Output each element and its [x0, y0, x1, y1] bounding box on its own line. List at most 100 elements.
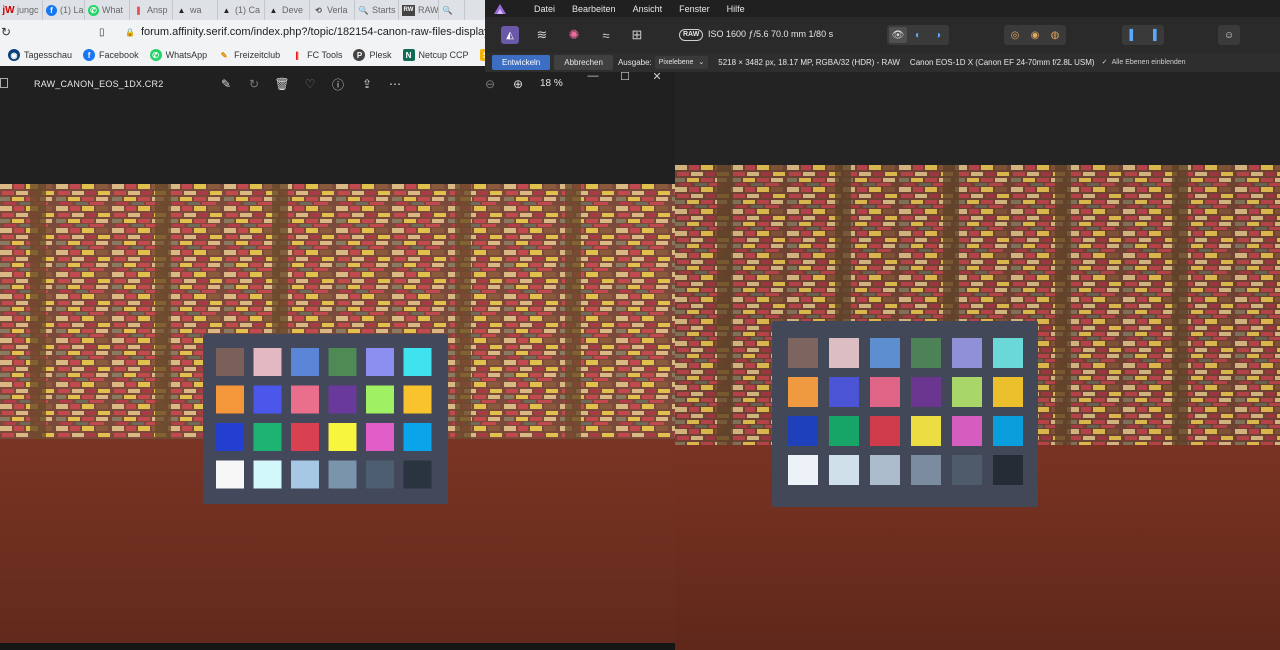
photo-persona-icon[interactable]: ◭ [501, 26, 519, 44]
show-all-layers-checkbox[interactable]: ✓ Alle Ebenen einblenden [1101, 59, 1186, 67]
facebook-icon: f [46, 4, 57, 16]
color-swatch [788, 416, 818, 446]
assistant-tool-group: ☺ [1218, 25, 1240, 45]
fabric-stripe [565, 184, 581, 449]
color-swatch [403, 423, 432, 451]
color-swatch [328, 348, 357, 376]
preview-eye-icon[interactable]: 👁 [889, 27, 907, 43]
tab-label: Ansp [147, 5, 168, 15]
browser-tab[interactable]: ▲ Deve [265, 0, 310, 20]
whatsapp-icon: ✆ [149, 49, 162, 61]
affinity-logo-icon [494, 3, 506, 14]
color-swatch [403, 385, 432, 414]
menu-ansicht[interactable]: Ansicht [633, 4, 663, 14]
bookmark-netcup[interactable]: N Netcup CCP [402, 49, 469, 61]
menu-fenster[interactable]: Fenster [679, 4, 710, 14]
color-swatch [870, 377, 900, 407]
fabric-stripe [455, 184, 471, 449]
browser-tab[interactable]: 🔍 [439, 0, 465, 20]
assistant-icon[interactable]: ☺ [1220, 27, 1238, 43]
url-field[interactable]: forum.affinity.serif.com/index.php?/topi… [141, 26, 485, 38]
info-icon[interactable]: ⓘ [330, 76, 346, 92]
tab-label: (1) Ca [235, 5, 261, 15]
favorite-heart-icon[interactable]: ♡ [302, 76, 318, 92]
facebook-icon: f [83, 49, 96, 61]
browser-tab[interactable]: 🔍 Starts [355, 0, 399, 20]
tab-label: Verla [327, 5, 348, 15]
reload-icon[interactable]: ↻ [1, 25, 15, 39]
browser-tab[interactable]: ▲ wa [173, 0, 218, 20]
develop-button[interactable]: Entwickeln [492, 55, 551, 70]
color-swatch [291, 385, 319, 414]
zoom-out-icon[interactable]: ⊖ [482, 76, 498, 92]
tone-mapping-persona-icon[interactable]: ≈ [597, 26, 615, 44]
color-swatch [216, 460, 244, 489]
bookmark-freizeitclub[interactable]: ✎ Freizeitclub [218, 49, 280, 61]
chevron-down-icon: ⌄ [698, 59, 705, 66]
lock-icon[interactable]: 🔒 [125, 28, 135, 37]
share-icon[interactable]: ⇪ [359, 76, 375, 92]
right-panel-icon[interactable]: ▐ [1144, 27, 1162, 43]
edit-image-icon[interactable]: ✎ [218, 76, 234, 92]
rotate-icon[interactable]: ↻ [246, 76, 262, 92]
fabric-stripe [30, 184, 46, 449]
browser-tab[interactable]: ✆ What [85, 0, 130, 20]
browser-tab[interactable]: ▲ (1) Ca [218, 0, 265, 20]
color-swatch [870, 338, 900, 368]
bookmark-whatsapp[interactable]: ✆ WhatsApp [149, 49, 208, 61]
affinity-photo-canvas[interactable] [675, 165, 1280, 650]
bookmark-tagesschau[interactable]: ◉ Tagesschau [8, 49, 72, 61]
color-swatch [911, 338, 941, 368]
menu-hilfe[interactable]: Hilfe [727, 4, 745, 14]
tab-label: Deve [282, 5, 304, 15]
tab-label: wa [190, 5, 202, 15]
browser-tab[interactable]: f (1) La [43, 0, 85, 20]
bookmark-page-icon[interactable]: ▯ [99, 27, 111, 38]
bookmark-facebook[interactable]: f Facebook [83, 49, 139, 61]
color-swatch [911, 377, 941, 407]
develop-persona-icon[interactable]: ✺ [565, 26, 583, 44]
browser-window: jW jungc f (1) La ✆ What ∥ Ansp ▲ wa ▲ (1) Ca … [0, 0, 485, 66]
fctools-icon: ∥ [295, 50, 300, 60]
camera-info: Canon EOS-1D X (Canon EF 24-70mm f/2.8L … [909, 58, 1095, 67]
color-swatch [216, 423, 244, 451]
more-options-icon[interactable]: ⋯ [387, 76, 403, 92]
clip-highlights-icon[interactable]: ◉ [1026, 27, 1044, 43]
browser-tab[interactable]: ∥ Ansp [130, 0, 173, 20]
delete-icon[interactable]: 🗑 [274, 76, 290, 92]
liquify-persona-icon[interactable]: ≋ [533, 26, 551, 44]
color-swatch [253, 348, 282, 376]
output-select[interactable]: Pixelebene ⌄ [654, 56, 709, 69]
left-panel-icon[interactable]: ▌ [1124, 27, 1142, 43]
color-swatch [952, 377, 982, 407]
tab-label: RAW [418, 5, 439, 15]
color-swatch [993, 338, 1023, 368]
color-swatch [952, 416, 982, 446]
address-bar: ↻ ▯ 🔒 forum.affinity.serif.com/index.php… [0, 21, 485, 43]
zoom-in-icon[interactable]: ⊕ [510, 76, 526, 92]
fabric-stripe [1172, 165, 1188, 455]
clip-tones-icon[interactable]: ◍ [1046, 27, 1064, 43]
cancel-button[interactable]: Abbrechen [554, 55, 613, 70]
fctools-icon: ∥ [136, 5, 141, 15]
bookmark-plesk[interactable]: P Plesk [353, 49, 392, 61]
tab-label: Starts [372, 5, 396, 15]
bookmark-label: WhatsApp [165, 50, 208, 60]
browser-tab[interactable]: ⟲ Verla [310, 0, 355, 20]
zoom-level: 18 % [540, 78, 563, 89]
color-swatch [993, 416, 1023, 446]
bookmark-label: Tagesschau [24, 50, 73, 60]
clip-shadows-icon[interactable]: ◎ [1006, 27, 1024, 43]
menu-datei[interactable]: Datei [534, 4, 555, 14]
color-swatch [829, 455, 859, 485]
browser-tab[interactable]: jW jungc [0, 0, 43, 20]
color-swatch [366, 423, 394, 451]
bookmark-fc-tools[interactable]: ∥ FC Tools [291, 49, 342, 61]
color-swatch [829, 416, 859, 446]
browser-tab[interactable]: RW RAW [399, 0, 439, 20]
split-view-icon[interactable]: ◐ [909, 27, 927, 43]
jw-icon: jW [2, 4, 15, 16]
export-persona-icon[interactable]: ⊞ [628, 26, 646, 44]
menu-bearbeiten[interactable]: Bearbeiten [572, 4, 616, 14]
mirror-view-icon[interactable]: ◑ [929, 27, 947, 43]
